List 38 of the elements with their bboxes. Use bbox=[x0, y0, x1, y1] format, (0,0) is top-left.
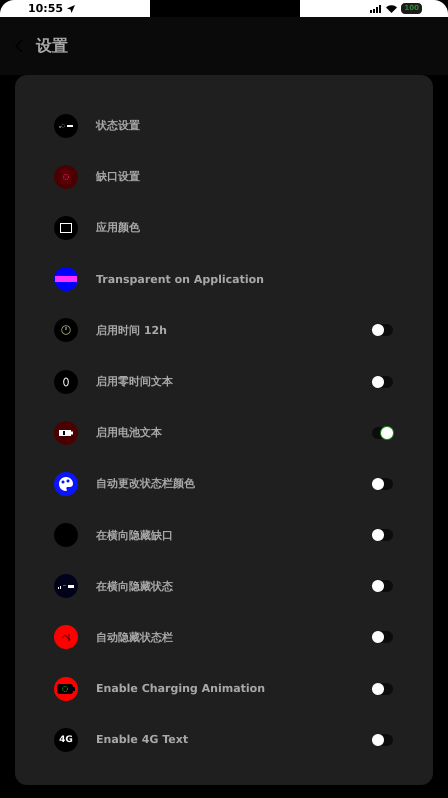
toggle-switch[interactable] bbox=[372, 376, 393, 388]
network-type-text: 4G bbox=[59, 734, 73, 745]
window-icon bbox=[60, 222, 72, 233]
signal-icon bbox=[58, 122, 74, 129]
setting-label[interactable]: 状态设置 bbox=[96, 118, 393, 134]
toggle-switch[interactable] bbox=[372, 734, 393, 746]
setting-label: Enable 4G Text bbox=[96, 733, 190, 746]
toggle-switch[interactable] bbox=[372, 529, 393, 542]
setting-label: Enable Charging Animation bbox=[96, 682, 266, 696]
bar-icon bbox=[55, 276, 77, 282]
status-bar-icon bbox=[58, 583, 74, 590]
status-time: 10:55 bbox=[28, 2, 64, 15]
location-icon bbox=[67, 4, 76, 12]
zero-icon bbox=[63, 376, 69, 387]
setting-label: 自动隐藏状态栏 bbox=[96, 630, 174, 645]
setting-label: 自动更改状态栏颜色 bbox=[96, 476, 196, 492]
setting-label[interactable]: 缺口设置 bbox=[96, 169, 393, 184]
palette-icon bbox=[58, 476, 74, 492]
toggle-switch[interactable] bbox=[372, 478, 393, 490]
setting-label: 在横向隐藏状态 bbox=[96, 578, 174, 594]
toggle-switch[interactable] bbox=[372, 580, 393, 592]
toggle-switch[interactable] bbox=[372, 426, 393, 439]
setting-label: 启用零时间文本 bbox=[96, 374, 174, 390]
setting-label: 在横向隐藏缺口 bbox=[96, 528, 174, 543]
page-title: 设置 bbox=[36, 36, 68, 56]
wifi-icon bbox=[386, 4, 398, 12]
setting-label[interactable]: Transparent on Application bbox=[96, 272, 393, 286]
toggle-switch[interactable] bbox=[372, 324, 393, 336]
battery-charging-icon bbox=[57, 684, 75, 694]
signal-icon bbox=[370, 4, 382, 12]
gear-icon bbox=[60, 170, 72, 184]
toggle-switch[interactable] bbox=[372, 682, 393, 695]
clock-icon bbox=[61, 325, 71, 336]
toggle-switch[interactable] bbox=[372, 631, 393, 644]
setting-label[interactable]: 应用颜色 bbox=[96, 220, 393, 236]
setting-label: 启用时间 12h bbox=[96, 322, 168, 338]
battery-icon bbox=[59, 428, 73, 437]
setting-label: 启用电池文本 bbox=[96, 425, 163, 440]
